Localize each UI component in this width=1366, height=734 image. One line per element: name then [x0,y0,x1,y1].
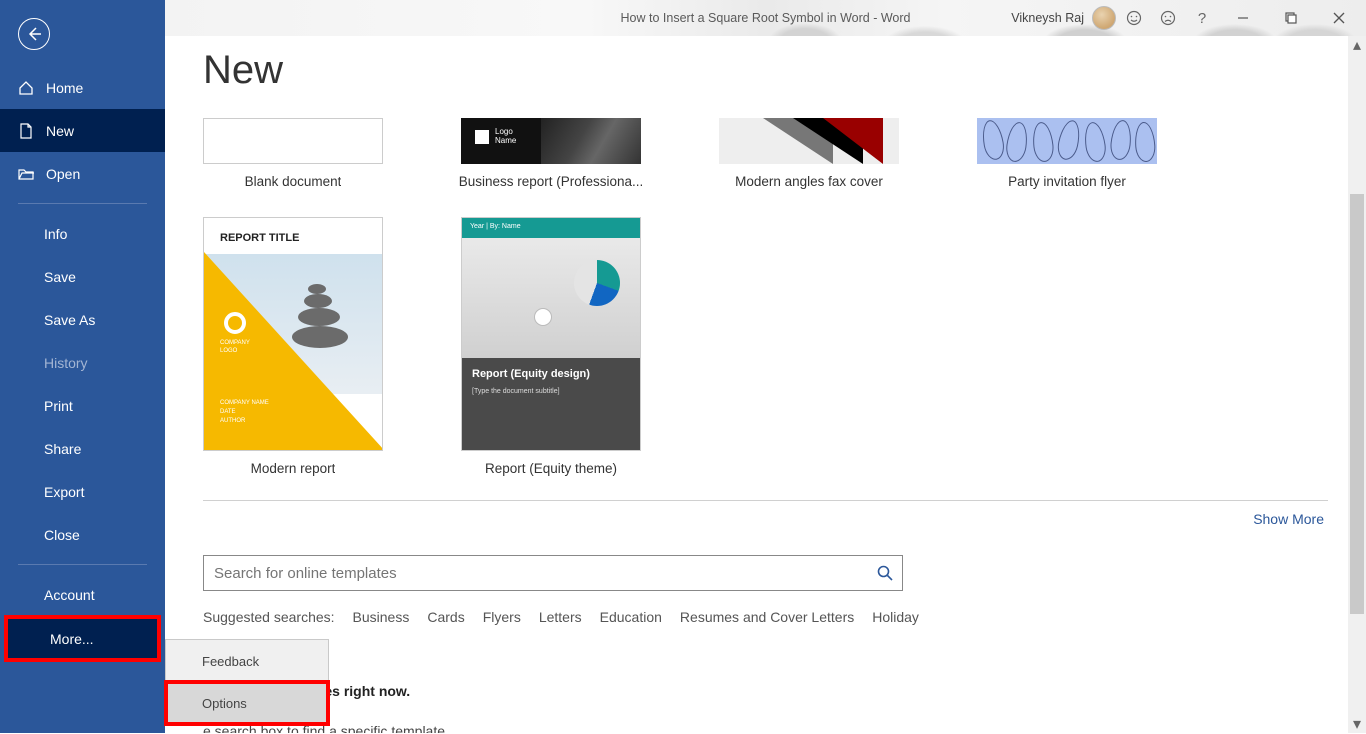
titlebar: How to Insert a Square Root Symbol in Wo… [165,0,1366,36]
template-scroll-area: Blank document LogoName Business report … [203,118,1328,733]
no-templates-sub: e search box to find a specific template… [203,723,1328,733]
template-modern-report[interactable]: REPORT TITLE COMPANYLOGO COMPANY NAMEDAT… [203,217,383,476]
template-row-2: REPORT TITLE COMPANYLOGO COMPANY NAMEDAT… [203,217,1328,476]
avatar[interactable] [1092,6,1116,30]
home-icon [18,80,34,96]
no-templates-heading: any Office templates right now. [203,683,1328,699]
sidebar-item-new[interactable]: New [0,109,165,152]
window-title: How to Insert a Square Root Symbol in Wo… [621,11,911,25]
new-doc-icon [18,123,34,139]
scroll-thumb[interactable] [1350,194,1364,614]
sidebar-item-info[interactable]: Info [0,212,165,255]
sidebar-label: Home [46,80,83,96]
template-report-equity[interactable]: Year | By: Name Report (Equity design) [… [461,217,641,476]
scroll-down-button[interactable]: ▾ [1348,715,1366,733]
suggested-link[interactable]: Flyers [483,609,521,625]
suggested-link[interactable]: Resumes and Cover Letters [680,609,854,625]
sidebar-item-account[interactable]: Account [0,573,165,616]
sidebar-item-saveas[interactable]: Save As [0,298,165,341]
help-icon[interactable]: ? [1186,2,1218,34]
sidebar-item-export[interactable]: Export [0,470,165,513]
show-more-link[interactable]: Show More [203,511,1328,527]
template-row-1: Blank document LogoName Business report … [203,118,1328,189]
template-thumb [977,118,1157,164]
suggested-searches: Suggested searches: Business Cards Flyer… [203,609,1328,625]
suggested-label: Suggested searches: [203,609,335,625]
back-button[interactable] [18,18,50,50]
template-modern-angles-fax[interactable]: Modern angles fax cover [719,118,899,189]
search-button[interactable] [868,556,902,590]
scroll-track[interactable] [1348,54,1366,715]
back-arrow-icon [26,26,42,42]
template-thumb: Year | By: Name Report (Equity design) [… [461,217,641,451]
suggested-link[interactable]: Business [353,609,410,625]
sidebar-item-open[interactable]: Open [0,152,165,195]
search-input[interactable] [204,565,868,582]
sidebar-separator [18,203,147,204]
sidebar-separator [18,564,147,565]
sidebar-item-save[interactable]: Save [0,255,165,298]
template-thumb [719,118,899,164]
search-icon [877,565,893,581]
suggested-link[interactable]: Education [600,609,662,625]
suggested-link[interactable]: Holiday [872,609,919,625]
template-thumb: REPORT TITLE COMPANYLOGO COMPANY NAMEDAT… [203,217,383,451]
divider [203,500,1328,501]
minimize-button[interactable] [1220,2,1266,34]
suggested-link[interactable]: Letters [539,609,582,625]
feedback-smile-icon[interactable] [1118,2,1150,34]
sidebar-item-home[interactable]: Home [0,66,165,109]
user-name[interactable]: Vikneysh Raj [1011,11,1084,25]
flyout-item-options[interactable]: Options [166,682,328,724]
open-folder-icon [18,166,34,182]
more-flyout: Feedback Options [165,639,329,725]
template-thumb [203,118,383,164]
suggested-link[interactable]: Cards [427,609,464,625]
close-button[interactable] [1316,2,1362,34]
maximize-button[interactable] [1268,2,1314,34]
template-blank[interactable]: Blank document [203,118,383,189]
sidebar-item-share[interactable]: Share [0,427,165,470]
sidebar-item-print[interactable]: Print [0,384,165,427]
sidebar-item-close[interactable]: Close [0,513,165,556]
template-search [203,555,903,591]
template-party-invitation[interactable]: Party invitation flyer [977,118,1157,189]
sidebar-item-history: History [0,341,165,384]
scroll-up-button[interactable]: ▴ [1348,36,1366,54]
sidebar-label: New [46,123,74,139]
feedback-frown-icon[interactable] [1152,2,1184,34]
vertical-scrollbar[interactable]: ▴ ▾ [1348,36,1366,733]
template-business-report[interactable]: LogoName Business report (Professiona... [461,118,641,189]
template-thumb: LogoName [461,118,641,164]
backstage-sidebar: Home New Open Info Save Save As History … [0,0,165,733]
sidebar-label: Open [46,166,80,182]
flyout-item-feedback[interactable]: Feedback [166,640,328,682]
page-title: New [203,48,1348,93]
main-area: New Blank document LogoName Business rep… [165,36,1348,733]
sidebar-item-more[interactable]: More... [6,617,159,660]
